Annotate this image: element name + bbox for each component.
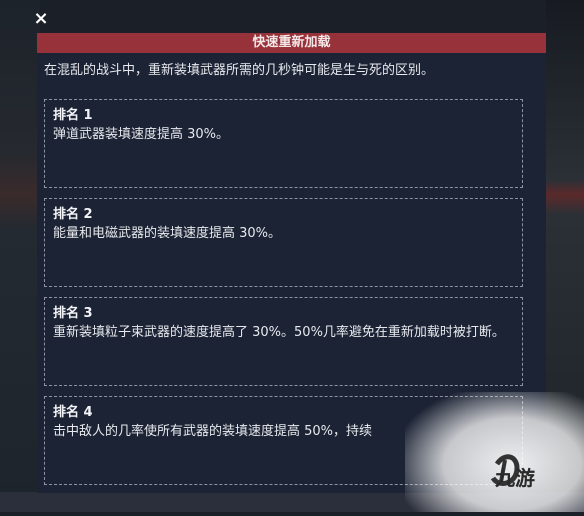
close-button[interactable]: × xyxy=(31,9,51,29)
dialog-title: 快速重新加载 xyxy=(37,33,546,53)
rank-card-2[interactable]: 排名 2 能量和电磁武器的装填速度提高 30%。 xyxy=(44,198,523,287)
close-icon: × xyxy=(33,8,49,29)
rank-title: 排名 1 xyxy=(53,108,93,123)
rank-description: 弹道武器装填速度提高 30%。 xyxy=(53,127,230,142)
rank-title: 排名 2 xyxy=(53,207,93,222)
background-left xyxy=(0,0,40,512)
rank-title: 排名 3 xyxy=(53,306,93,321)
watermark-logo-icon xyxy=(490,454,520,486)
rank-description: 重新装填粒子束武器的速度提高了 30%。50%几率避免在重新加载时被打断。 xyxy=(53,325,505,340)
rank-description: 能量和电磁武器的装填速度提高 30%。 xyxy=(53,226,282,241)
dialog-intro: 在混乱的战斗中，重新装填武器所需的几秒钟可能是生与死的区别。 xyxy=(44,63,435,78)
rank-card-1[interactable]: 排名 1 弹道武器装填速度提高 30%。 xyxy=(44,99,523,188)
rank-card-3[interactable]: 排名 3 重新装填粒子束武器的速度提高了 30%。50%几率避免在重新加载时被打… xyxy=(44,297,523,386)
watermark-overlay xyxy=(405,392,584,512)
watermark-text: 九游 xyxy=(495,466,535,490)
